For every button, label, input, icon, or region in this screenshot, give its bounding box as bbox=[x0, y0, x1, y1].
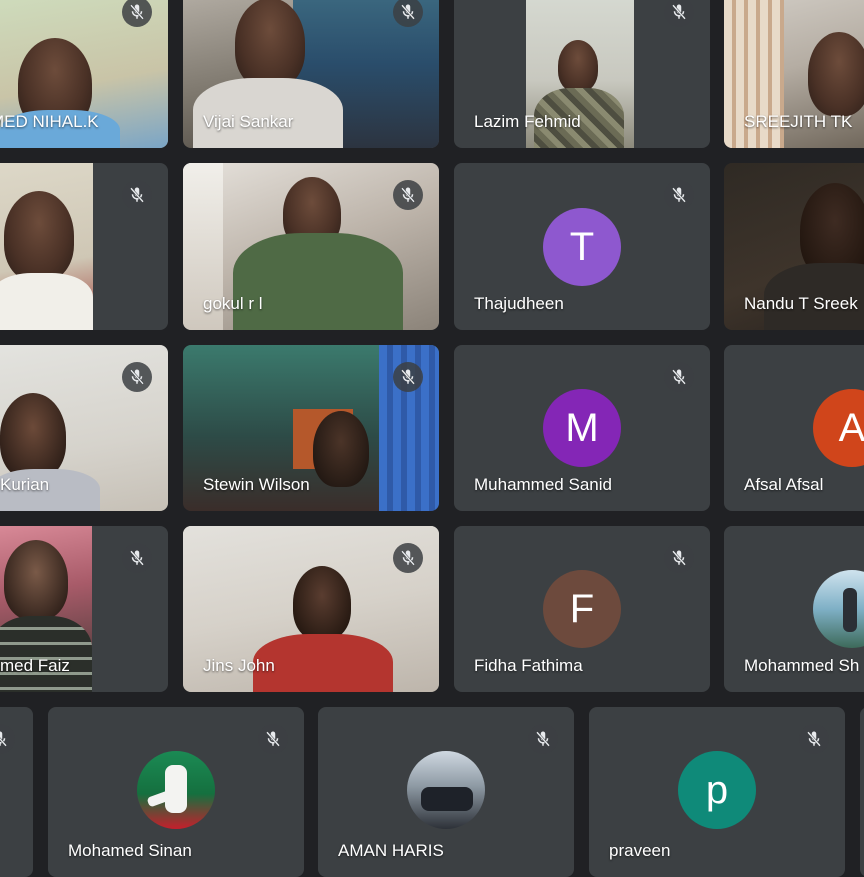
person bbox=[558, 40, 598, 92]
participant-tile[interactable]: Mohammed Sh bbox=[724, 526, 864, 692]
participant-name: Nandu T Sreek bbox=[744, 294, 858, 313]
mic-off-icon bbox=[664, 543, 694, 573]
participant-name: Mohamed Sinan bbox=[68, 841, 192, 860]
participant-name: Jins John bbox=[203, 656, 275, 675]
participant-name: AMAN HARIS bbox=[338, 841, 444, 860]
participant-name: MED NIHAL.K bbox=[0, 112, 99, 131]
participant-name: Lazim Fehmid bbox=[474, 112, 581, 131]
participant-name: Mohammed Sh bbox=[744, 656, 860, 675]
avatar: p bbox=[678, 751, 756, 829]
mic-off-icon bbox=[122, 362, 152, 392]
avatar bbox=[813, 570, 864, 648]
avatar: A bbox=[813, 389, 864, 467]
person bbox=[235, 0, 305, 88]
participant-name: Afsal Afsal bbox=[744, 475, 824, 494]
participant-tile[interactable]: SREEJITH TK bbox=[724, 0, 864, 148]
person bbox=[808, 32, 864, 116]
participant-name: Fidha Fathima bbox=[474, 656, 583, 675]
person bbox=[4, 191, 74, 281]
mic-off-icon bbox=[122, 543, 152, 573]
participant-tile[interactable]: Lazim Fehmid bbox=[454, 0, 710, 148]
shirt bbox=[233, 233, 403, 330]
participant-tile[interactable]: Mohamed Sinan bbox=[48, 707, 304, 877]
mic-off-icon bbox=[393, 543, 423, 573]
participant-tile[interactable]: med Faiz bbox=[0, 526, 168, 692]
participant-tile[interactable] bbox=[860, 707, 864, 877]
person bbox=[4, 540, 68, 620]
mic-off-icon bbox=[393, 180, 423, 210]
participant-name: gokul r l bbox=[203, 294, 263, 313]
participant-name: Vijai Sankar bbox=[203, 112, 294, 131]
participant-tile[interactable]: Nandu T Sreek bbox=[724, 163, 864, 330]
participant-tile[interactable]: Jins John bbox=[183, 526, 439, 692]
avatar: F bbox=[543, 570, 621, 648]
participant-tile[interactable]: T Thajudheen bbox=[454, 163, 710, 330]
avatar bbox=[407, 751, 485, 829]
participant-tile[interactable]: MED NIHAL.K bbox=[0, 0, 168, 148]
shirt bbox=[0, 273, 93, 330]
mic-off-icon bbox=[664, 180, 694, 210]
mic-off-icon bbox=[0, 724, 15, 754]
participant-tile[interactable]: Kurian bbox=[0, 345, 168, 511]
participant-tile[interactable]: F Fidha Fathima bbox=[454, 526, 710, 692]
mic-off-icon bbox=[528, 724, 558, 754]
participant-name: Thajudheen bbox=[474, 294, 564, 313]
avatar bbox=[137, 751, 215, 829]
avatar: M bbox=[543, 389, 621, 467]
mic-off-icon bbox=[393, 362, 423, 392]
participant-name: med Faiz bbox=[0, 656, 70, 675]
participant-name: Stewin Wilson bbox=[203, 475, 310, 494]
mic-off-icon bbox=[122, 180, 152, 210]
participant-tile[interactable]: Vijai Sankar bbox=[183, 0, 439, 148]
participant-name: Muhammed Sanid bbox=[474, 475, 612, 494]
participant-name: Kurian bbox=[0, 475, 50, 494]
person bbox=[293, 566, 351, 640]
person bbox=[313, 411, 369, 487]
participant-name: praveen bbox=[609, 841, 671, 860]
participant-tile[interactable] bbox=[0, 163, 168, 330]
participant-tile[interactable] bbox=[0, 707, 33, 877]
participant-tile[interactable]: p praveen bbox=[589, 707, 845, 877]
participant-tile[interactable]: Stewin Wilson bbox=[183, 345, 439, 511]
participant-tile[interactable]: A Afsal Afsal bbox=[724, 345, 864, 511]
participant-tile[interactable]: AMAN HARIS bbox=[318, 707, 574, 877]
mic-off-icon bbox=[799, 724, 829, 754]
participant-name: SREEJITH TK bbox=[744, 112, 853, 131]
mic-off-icon bbox=[258, 724, 288, 754]
mic-off-icon bbox=[664, 362, 694, 392]
person bbox=[0, 393, 66, 479]
participant-tile[interactable]: gokul r l bbox=[183, 163, 439, 330]
mic-off-icon bbox=[664, 0, 694, 27]
participant-tile[interactable]: M Muhammed Sanid bbox=[454, 345, 710, 511]
shirt bbox=[0, 616, 92, 692]
avatar: T bbox=[543, 208, 621, 286]
